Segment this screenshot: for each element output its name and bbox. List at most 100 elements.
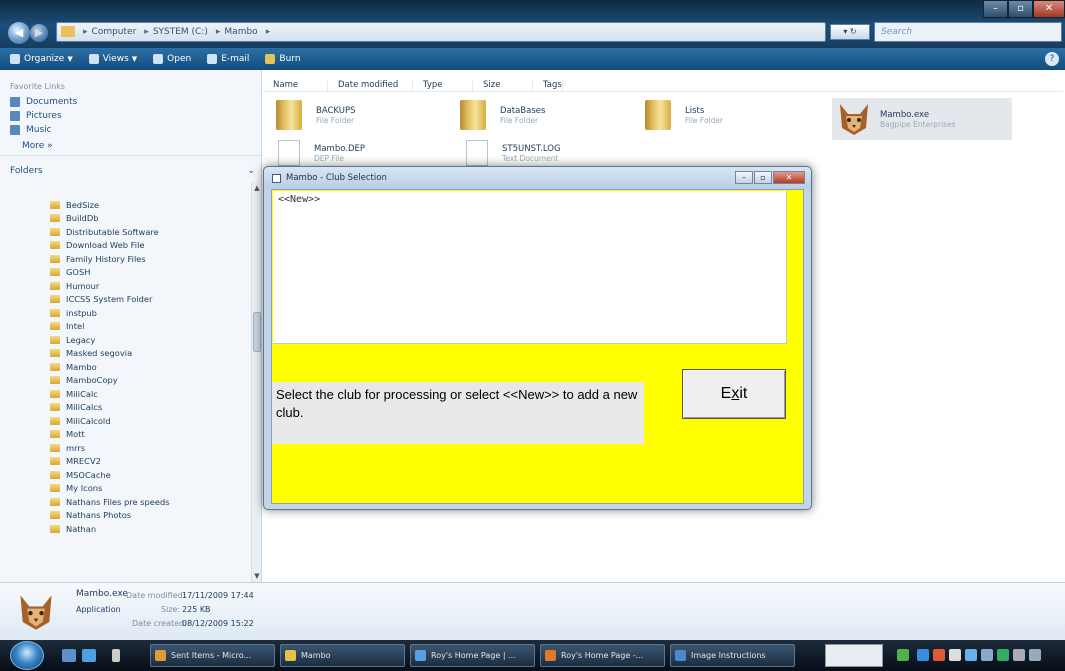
taskbar-item-outlook[interactable]: Sent Items - Micro... [150, 644, 275, 667]
breadcrumb-mambo[interactable]: Mambo [224, 27, 257, 37]
folder-tree-item[interactable]: Mott [0, 428, 262, 442]
folder-tree-label: ICCSS System Folder [66, 294, 153, 305]
email-button[interactable]: E-mail [207, 54, 249, 64]
dialog-maximize-button[interactable]: ▫ [754, 171, 772, 184]
details-size-label: Size: [161, 605, 181, 614]
exit-button[interactable]: Exit [682, 369, 786, 419]
tray-icon-power[interactable] [981, 649, 993, 661]
address-bar[interactable]: ▸ Computer ▸ SYSTEM (C:) ▸ Mambo ▸ [56, 22, 826, 42]
folder-tree-item[interactable]: Mambo [0, 360, 262, 374]
taskbar-item-home-page-2[interactable]: Roy's Home Page -... [540, 644, 665, 667]
column-header-type[interactable]: Type [413, 78, 473, 91]
favorite-documents[interactable]: Documents [0, 95, 261, 109]
file-item-mambo-exe[interactable]: Mambo.exe Bagpipe Enterprises [832, 98, 1012, 140]
close-button[interactable]: ✕ [1033, 0, 1065, 18]
folder-tree-item[interactable]: Nathan [0, 522, 262, 536]
folder-tree-item[interactable]: Family History Files [0, 252, 262, 266]
folder-tree-item[interactable]: Distributable Software [0, 225, 262, 239]
column-header-date[interactable]: Date modified [328, 78, 413, 91]
folder-tree-item[interactable]: Nathans Files pre speeds [0, 495, 262, 509]
folder-tree-item[interactable]: MamboCopy [0, 374, 262, 388]
folder-tree-item[interactable]: BedSize [0, 198, 262, 212]
scroll-down-icon[interactable]: ▼ [252, 572, 262, 580]
favorite-music[interactable]: Music [0, 123, 261, 137]
details-date-created-label: Date created: [132, 619, 187, 628]
minimize-button[interactable]: – [983, 0, 1009, 18]
forward-button[interactable]: ▶ [30, 24, 48, 42]
start-button[interactable] [10, 641, 44, 670]
club-listbox[interactable]: <<New>> [273, 191, 787, 344]
folder-tree-label: GOSH [66, 267, 91, 278]
folder-tree-item[interactable]: MiliCalcs [0, 401, 262, 415]
tray-icon-update[interactable] [917, 649, 929, 661]
dialog-close-button[interactable]: ✕ [773, 171, 805, 184]
file-item-st5unst-log[interactable]: ST5UNST.LOG Text Document [466, 140, 561, 166]
back-button[interactable]: ◀ [8, 22, 30, 44]
folder-icon [50, 416, 60, 425]
club-list-item-new[interactable]: <<New>> [273, 191, 786, 205]
folder-tree-item[interactable]: MRECV2 [0, 455, 262, 469]
file-item-mambo-dep[interactable]: Mambo.DEP DEP File [278, 140, 365, 166]
file-item-backups[interactable]: BACKUPS File Folder [276, 100, 356, 130]
folder-icon [50, 403, 60, 412]
quicklaunch-chevron-icon[interactable] [112, 649, 120, 662]
scroll-up-icon[interactable]: ▲ [252, 184, 262, 192]
taskbar-item-mambo[interactable]: Mambo [280, 644, 405, 667]
folder-tree-item[interactable]: Legacy [0, 333, 262, 347]
folders-header[interactable]: Folders ⌄ [0, 155, 261, 176]
tray-icon-display[interactable] [965, 649, 977, 661]
task-label: Roy's Home Page | ... [431, 651, 516, 660]
documents-icon [10, 97, 20, 107]
file-item-databases[interactable]: DataBases File Folder [460, 100, 545, 130]
scrollbar-thumb[interactable] [253, 312, 261, 352]
tray-icon-misc[interactable] [1013, 649, 1025, 661]
folder-tree-item[interactable]: ICCSS System Folder [0, 293, 262, 307]
folder-tree-item[interactable]: instpub [0, 306, 262, 320]
burn-button[interactable]: Burn [265, 54, 301, 64]
refresh-button[interactable]: ▾ ↻ [830, 24, 870, 40]
folder-tree-item[interactable]: My Icons [0, 482, 262, 496]
column-header-size[interactable]: Size [473, 78, 533, 91]
folder-tree-item[interactable]: MiliCalc [0, 387, 262, 401]
open-button[interactable]: Open [153, 54, 191, 64]
folder-icon [50, 214, 60, 223]
folder-tree-item[interactable]: Masked segovia [0, 347, 262, 361]
folder-icon [50, 376, 60, 385]
breadcrumb-computer[interactable]: Computer [92, 27, 137, 37]
folder-tree-item[interactable]: MSOCache [0, 468, 262, 482]
folder-tree-item[interactable]: Download Web File [0, 239, 262, 253]
folder-tree-scrollbar[interactable]: ▲ ▼ [251, 182, 261, 582]
tray-icon-network[interactable] [897, 649, 909, 661]
tray-icon-extra[interactable] [1029, 649, 1041, 661]
folder-tree-item[interactable]: MiliCalcold [0, 414, 262, 428]
taskbar-item-image-instructions[interactable]: Image Instructions [670, 644, 795, 667]
tray-icon-sync[interactable] [997, 649, 1009, 661]
folder-icon [50, 457, 60, 466]
views-button[interactable]: Views ▼ [88, 54, 137, 64]
organize-button[interactable]: Organize ▼ [10, 54, 73, 64]
folder-tree-item[interactable]: GOSH [0, 266, 262, 280]
breadcrumb-system-drive[interactable]: SYSTEM (C:) [153, 27, 208, 37]
folder-tree-item[interactable]: Intel [0, 320, 262, 334]
dialog-minimize-button[interactable]: – [735, 171, 753, 184]
taskbar-item-home-page-1[interactable]: Roy's Home Page | ... [410, 644, 535, 667]
help-icon[interactable]: ? [1045, 52, 1059, 66]
maximize-button[interactable]: ▫ [1008, 0, 1034, 18]
favorite-pictures[interactable]: Pictures [0, 109, 261, 123]
tray-icon-security[interactable] [933, 649, 945, 661]
folder-tree-label: Nathans Photos [66, 510, 132, 521]
column-header-tags[interactable]: Tags [533, 78, 563, 91]
dialog-titlebar[interactable]: Mambo - Club Selection – ▫ ✕ [264, 167, 811, 189]
more-link[interactable]: More » [0, 137, 261, 151]
folder-tree-item[interactable]: Nathans Photos [0, 509, 262, 523]
tray-icon-volume[interactable] [949, 649, 961, 661]
search-input[interactable]: Search [874, 22, 1062, 42]
folder-tree-item[interactable]: mrrs [0, 441, 262, 455]
internet-explorer-icon[interactable] [82, 649, 96, 662]
column-header-name[interactable]: Name [263, 78, 328, 91]
folder-tree-item[interactable]: BuildDb [0, 212, 262, 226]
language-bar[interactable] [825, 644, 883, 667]
folder-tree-item[interactable]: Humour [0, 279, 262, 293]
file-item-lists[interactable]: Lists File Folder [645, 100, 723, 130]
show-desktop-icon[interactable] [62, 649, 76, 662]
